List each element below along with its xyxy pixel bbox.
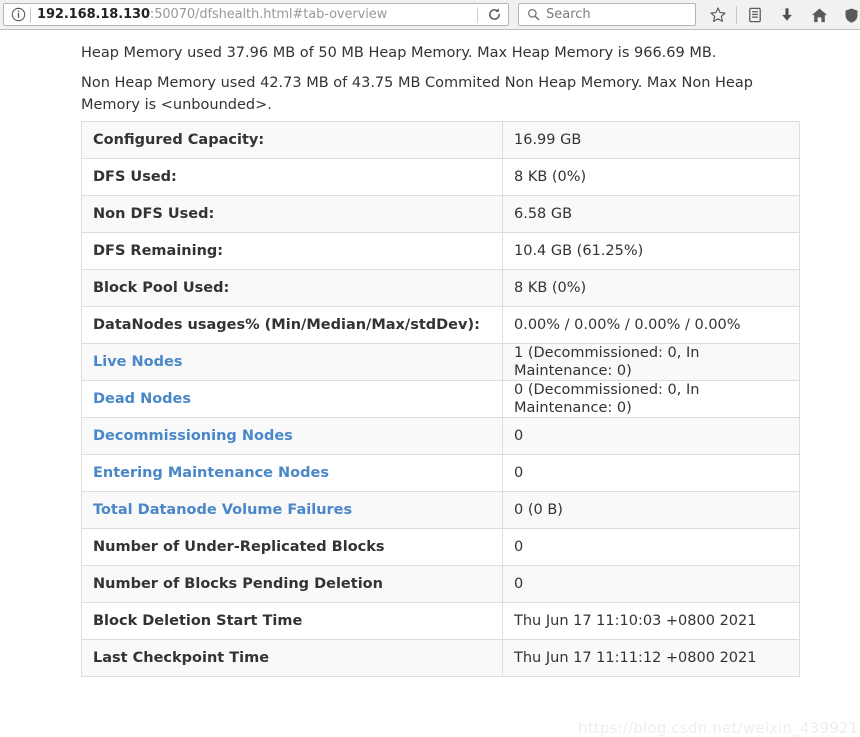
library-icon[interactable] — [739, 0, 771, 30]
summary-value: 0 — [502, 528, 800, 566]
table-row: Block Deletion Start Time Thu Jun 17 11:1… — [81, 602, 800, 640]
toolbar-icon-group — [702, 0, 860, 30]
summary-link[interactable]: Live Nodes — [93, 354, 183, 370]
summary-key-link[interactable]: Live Nodes — [81, 343, 503, 381]
url-divider — [30, 6, 31, 23]
summary-link[interactable]: Dead Nodes — [93, 391, 191, 407]
summary-key-link[interactable]: Dead Nodes — [81, 380, 503, 418]
url-text: 192.168.18.130:50070/dfshealth.html#tab-… — [37, 7, 477, 22]
table-row: Number of Under-Replicated Blocks 0 — [81, 528, 800, 566]
summary-value: 0 (0 B) — [502, 491, 800, 529]
summary-key: DFS Remaining: — [81, 232, 503, 270]
search-icon — [527, 8, 540, 21]
non-heap-memory-text: Non Heap Memory used 42.73 MB of 43.75 M… — [81, 75, 753, 113]
summary-value: 16.99 GB — [502, 121, 800, 159]
summary-link[interactable]: Decommissioning Nodes — [93, 428, 293, 444]
summary-key: Non DFS Used: — [81, 195, 503, 233]
summary-value: 0 — [502, 417, 800, 455]
summary-key-link[interactable]: Entering Maintenance Nodes — [81, 454, 503, 492]
summary-value: 1 (Decommissioned: 0, In Maintenance: 0) — [502, 343, 800, 381]
summary-value: 0.00% / 0.00% / 0.00% / 0.00% — [502, 306, 800, 344]
bookmark-star-icon[interactable] — [702, 0, 734, 30]
summary-value: 8 KB (0%) — [502, 269, 800, 307]
shield-icon[interactable] — [835, 0, 860, 30]
summary-value: Thu Jun 17 11:10:03 +0800 2021 — [502, 602, 800, 640]
table-row: Last Checkpoint Time Thu Jun 17 11:11:12 … — [81, 639, 800, 677]
info-icon[interactable] — [9, 6, 27, 24]
table-row: Block Pool Used: 8 KB (0%) — [81, 269, 800, 307]
summary-key: Configured Capacity: — [81, 121, 503, 159]
summary-key: DataNodes usages% (Min/Median/Max/stdDev… — [81, 306, 503, 344]
table-row: Non DFS Used: 6.58 GB — [81, 195, 800, 233]
summary-value: 0 — [502, 454, 800, 492]
summary-value: 0 — [502, 565, 800, 603]
summary-value: 6.58 GB — [502, 195, 800, 233]
url-host: 192.168.18.130 — [37, 7, 150, 22]
summary-key: DFS Used: — [81, 158, 503, 196]
url-path: :50070/dfshealth.html#tab-overview — [149, 7, 388, 22]
table-row: Configured Capacity: 16.99 GB — [81, 121, 800, 159]
table-row: Dead Nodes 0 (Decommissioned: 0, In Maint… — [81, 380, 800, 418]
page-content: Heap Memory used 37.96 MB of 50 MB Heap … — [0, 31, 860, 737]
url-bar[interactable]: 192.168.18.130:50070/dfshealth.html#tab-… — [3, 3, 509, 26]
table-row: Live Nodes 1 (Decommissioned: 0, In Maint… — [81, 343, 800, 381]
summary-key: Number of Under-Replicated Blocks — [81, 528, 503, 566]
table-row: DFS Used: 8 KB (0%) — [81, 158, 800, 196]
summary-key: Block Pool Used: — [81, 269, 503, 307]
table-row: Entering Maintenance Nodes 0 — [81, 454, 800, 492]
cluster-summary-table: Configured Capacity: 16.99 GB DFS Used: 8 K… — [81, 121, 800, 677]
search-bar[interactable] — [518, 3, 696, 26]
browser-toolbar: 192.168.18.130:50070/dfshealth.html#tab-… — [0, 0, 860, 30]
reload-icon[interactable] — [482, 4, 506, 25]
heap-memory-text: Heap Memory used 37.96 MB of 50 MB Heap … — [81, 45, 717, 61]
summary-value: 8 KB (0%) — [502, 158, 800, 196]
downloads-icon[interactable] — [771, 0, 803, 30]
summary-value: Thu Jun 17 11:11:12 +0800 2021 — [502, 639, 800, 677]
summary-link[interactable]: Entering Maintenance Nodes — [93, 465, 329, 481]
summary-key-link[interactable]: Decommissioning Nodes — [81, 417, 503, 455]
summary-key: Last Checkpoint Time — [81, 639, 503, 677]
table-row: DataNodes usages% (Min/Median/Max/stdDev… — [81, 306, 800, 344]
table-row: DFS Remaining: 10.4 GB (61.25%) — [81, 232, 800, 270]
url-reload-separator — [477, 6, 478, 23]
watermark: https://blog.csdn.net/weixin_43992162 — [578, 719, 860, 737]
summary-key: Number of Blocks Pending Deletion — [81, 565, 503, 603]
search-input[interactable] — [546, 7, 676, 22]
summary-value: 0 (Decommissioned: 0, In Maintenance: 0) — [502, 380, 800, 418]
table-row: Number of Blocks Pending Deletion 0 — [81, 565, 800, 603]
summary-value: 10.4 GB (61.25%) — [502, 232, 800, 270]
table-row: Total Datanode Volume Failures 0 (0 B) — [81, 491, 800, 529]
summary-key: Block Deletion Start Time — [81, 602, 503, 640]
summary-link[interactable]: Total Datanode Volume Failures — [93, 502, 352, 518]
table-row: Decommissioning Nodes 0 — [81, 417, 800, 455]
summary-key-link[interactable]: Total Datanode Volume Failures — [81, 491, 503, 529]
home-icon[interactable] — [803, 0, 835, 30]
toolbar-divider — [736, 6, 737, 24]
